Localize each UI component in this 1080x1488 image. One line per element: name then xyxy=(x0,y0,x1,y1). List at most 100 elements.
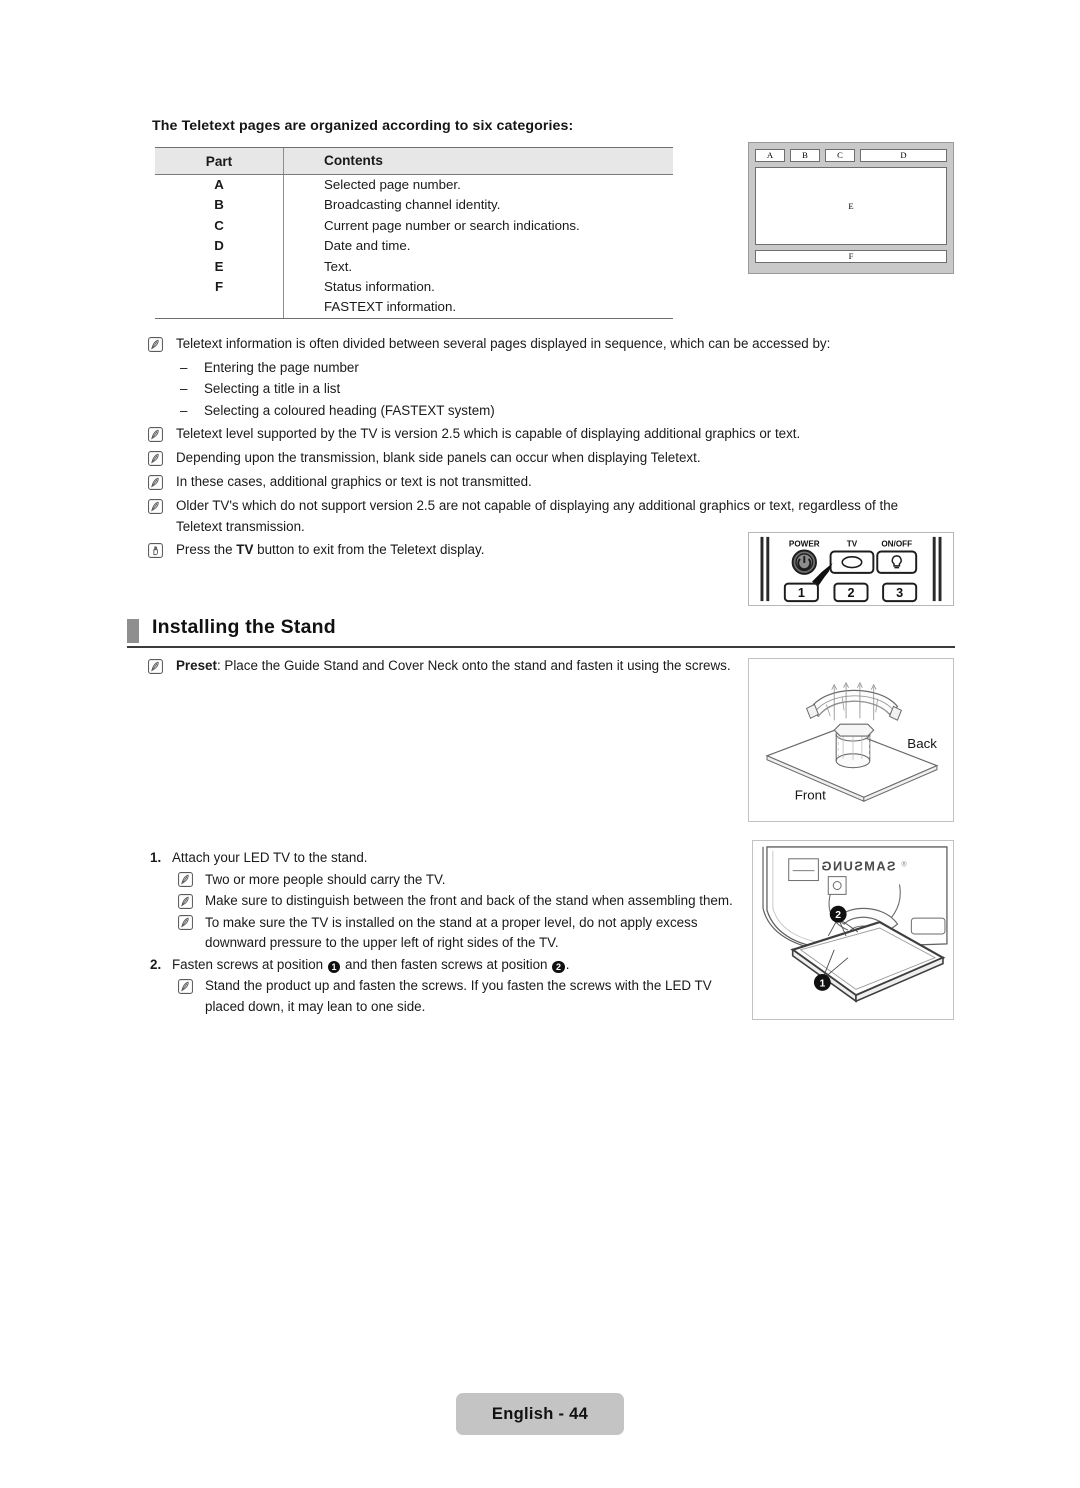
cell-part: F xyxy=(214,279,224,295)
table-body: A Selected page number. B Broadcasting c… xyxy=(155,175,673,319)
stand-assembly-illustration: Back Front xyxy=(765,681,939,802)
note-item: Preset: Place the Guide Stand and Cover … xyxy=(148,656,738,677)
list-item: – Selecting a title in a list xyxy=(148,379,938,400)
list-item: – Selecting a coloured heading (FASTEXT … xyxy=(148,401,938,422)
note-pen-icon xyxy=(148,498,163,514)
table-row: D Date and time. xyxy=(155,236,673,257)
note-item: Teletext information is often divided be… xyxy=(148,334,938,355)
stand-assembly-figure: Back Front Back Front xyxy=(748,658,954,822)
remote-key-3: 3 xyxy=(896,586,903,600)
dash-bullet: – xyxy=(180,359,188,375)
remote-power-label: POWER xyxy=(789,540,820,549)
position-marker-1: 1 xyxy=(327,960,341,973)
diagram-top-row: A B C D xyxy=(755,149,947,162)
tv-back-figure: SAMSUNG ® 2 1 xyxy=(752,840,954,1020)
cell-contents-line1: Status information. xyxy=(324,279,435,295)
tv-back-illustration: SAMSUNG ® 2 1 xyxy=(762,846,948,1003)
svg-text:SAMSUNG: SAMSUNG xyxy=(820,859,895,874)
diagram-region-a: A xyxy=(755,149,785,162)
step-1-notes: Two or more people should carry the TV. … xyxy=(150,870,740,954)
column-header-part: Part xyxy=(205,153,233,169)
remote-onoff-label: ON/OFF xyxy=(881,540,912,549)
list-item: – Entering the page number xyxy=(148,358,938,379)
svg-text:®: ® xyxy=(901,861,906,869)
note-item: Depending upon the transmission, blank s… xyxy=(148,448,938,469)
preset-label: Preset xyxy=(176,658,217,673)
step-item: 2. Fasten screws at position 1 and then … xyxy=(150,955,740,976)
diagram-region-d: D xyxy=(860,149,947,162)
diagram-region-f: F xyxy=(755,250,947,263)
heading-marker-block xyxy=(127,619,139,643)
note-pen-icon xyxy=(178,872,193,887)
note-text: To make sure the TV is installed on the … xyxy=(205,914,698,951)
table-row: C Current page number or search indicati… xyxy=(155,215,673,237)
cell-part: C xyxy=(214,217,224,233)
diagram-region-e: E xyxy=(755,167,947,245)
table-row: B Broadcasting channel identity. xyxy=(155,195,673,216)
intro-line: The Teletext pages are organized accordi… xyxy=(152,118,574,134)
note-item: Stand the product up and fasten the scre… xyxy=(150,976,740,1017)
cell-part: A xyxy=(214,177,224,192)
preset-note: Preset: Place the Guide Stand and Cover … xyxy=(148,656,738,680)
cell-contents: Date and time. xyxy=(283,236,673,257)
cell-contents: Selected page number. xyxy=(283,175,673,196)
step-number: 2. xyxy=(150,956,162,972)
note-pen-icon xyxy=(148,658,163,674)
note-text: Press the TV button to exit from the Tel… xyxy=(176,540,484,561)
step-text-c: . xyxy=(565,956,570,972)
step-2-notes: Stand the product up and fasten the scre… xyxy=(150,976,740,1017)
cell-contents: Broadcasting channel identity. xyxy=(283,195,673,216)
samsung-logo-mirrored: SAMSUNG xyxy=(820,859,895,874)
table-row: A Selected page number. xyxy=(155,175,673,196)
step-text: Fasten screws at position 1 and then fas… xyxy=(172,955,569,976)
note-pen-icon xyxy=(148,336,163,352)
note-pen-icon xyxy=(178,978,193,994)
note-item: Older TV's which do not support version … xyxy=(148,496,938,537)
table-row: E Text. xyxy=(155,256,673,278)
teletext-layout-diagram: A B C D E F xyxy=(748,142,954,274)
step-text-b: and then fasten screws at position xyxy=(341,956,552,972)
list-item-label: Selecting a coloured heading (FASTEXT sy… xyxy=(204,402,495,418)
note-text-before: Press the xyxy=(176,542,237,558)
note-text: Older TV's which do not support version … xyxy=(176,498,899,534)
column-header-contents: Contents xyxy=(283,148,673,174)
step-text-a: Fasten screws at position xyxy=(172,956,327,972)
note-pen-icon xyxy=(178,915,193,930)
note-pen-icon xyxy=(148,426,163,442)
note-pen-icon xyxy=(148,450,163,466)
note-text-after: button to exit from the Teletext display… xyxy=(253,542,485,558)
position-marker-2: 2 xyxy=(552,960,565,973)
note-pen-icon xyxy=(148,474,163,490)
page-number-label: English - 44 xyxy=(491,1404,589,1423)
page-title: Installing the Stand xyxy=(152,616,336,638)
remote-tv-label: TV xyxy=(847,540,858,549)
note-text: Two or more people should carry the TV. xyxy=(205,871,446,887)
teletext-access-methods: – Entering the page number – Selecting a… xyxy=(148,358,938,422)
preset-text: : Place the Guide Stand and Cover Neck o… xyxy=(216,658,731,673)
dash-bullet: – xyxy=(180,402,188,418)
note-item: Two or more people should carry the TV. xyxy=(150,870,740,891)
remote-control-figure: POWER TV ON/OFF 1 2 3 xyxy=(748,532,954,606)
note-text: In these cases, additional graphics or t… xyxy=(176,474,532,490)
svg-text:2: 2 xyxy=(835,910,841,921)
note-text: Depending upon the transmission, blank s… xyxy=(176,450,701,466)
diagram-region-c: C xyxy=(825,149,855,162)
stand-front-label: Front xyxy=(795,787,826,802)
note-item: Make sure to distinguish between the fro… xyxy=(150,891,740,912)
manual-page: The Teletext pages are organized accordi… xyxy=(0,0,1080,1488)
note-text: Preset: Place the Guide Stand and Cover … xyxy=(176,656,731,677)
note-item: To make sure the TV is installed on the … xyxy=(150,913,740,954)
cell-part: E xyxy=(214,258,224,274)
cell-contents: Status information. FASTEXT information. xyxy=(283,277,673,318)
list-item-label: Selecting a title in a list xyxy=(204,381,341,397)
note-item: In these cases, additional graphics or t… xyxy=(148,472,938,493)
remote-control-illustration: POWER TV ON/OFF 1 2 3 xyxy=(760,536,942,603)
page-footer-badge: English - 44 xyxy=(456,1393,624,1435)
heading-rule xyxy=(127,646,955,648)
dash-bullet: – xyxy=(180,381,188,397)
cell-contents: Current page number or search indication… xyxy=(283,215,673,237)
cell-part: B xyxy=(214,197,224,213)
note-pen-icon xyxy=(178,893,193,909)
teletext-categories-table: Part Contents A Selected page number. B … xyxy=(155,147,673,319)
note-text: Stand the product up and fasten the scre… xyxy=(205,978,712,1014)
